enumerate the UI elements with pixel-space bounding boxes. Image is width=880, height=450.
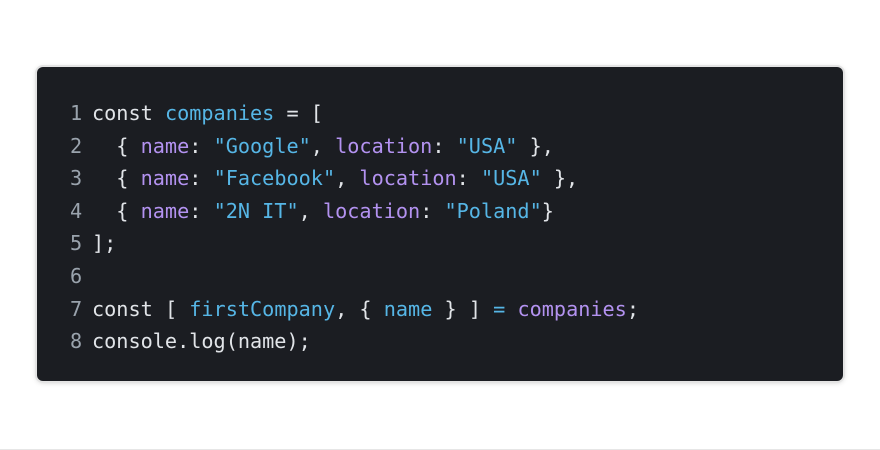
code-snippet-card: 1 const companies = [2 { name: "Google", … (37, 67, 843, 381)
code-token: "USA" (456, 133, 518, 158)
code-token: location (335, 133, 433, 158)
code-token: location (322, 198, 421, 223)
code-token: , { (335, 296, 384, 321)
code-line: 5]; (70, 227, 639, 260)
line-number: 7 (70, 296, 83, 321)
code-token: }, (541, 166, 579, 191)
code-line: 3 { name: "Facebook", location: "USA" }, (70, 162, 639, 195)
line-number: 8 (70, 329, 83, 354)
code-token: : (189, 198, 214, 223)
code-token: [ (164, 296, 190, 321)
code-line: 2 { name: "Google", location: "USA" }, (70, 130, 639, 163)
line-number: 2 (70, 133, 83, 158)
code-token: = [ (274, 101, 323, 125)
code-token: "Poland" (444, 198, 542, 223)
code-line: 1 const companies = [ (70, 97, 639, 130)
code-block: 1 const companies = [2 { name: "Google", … (70, 97, 639, 358)
code-line: 6 (70, 260, 639, 293)
code-token: "Facebook" (213, 166, 336, 191)
line-number: 6 (70, 263, 83, 288)
line-number: 5 (70, 231, 83, 256)
code-token: name (140, 198, 190, 223)
line-number: 3 (70, 166, 83, 191)
code-token: ; (626, 296, 639, 321)
code-token: "2N IT" (213, 198, 299, 223)
code-token: name (140, 166, 190, 191)
code-token: console.log(name); (92, 329, 311, 354)
code-token: { (92, 198, 141, 223)
code-token: , (298, 198, 323, 223)
code-token: } ] (432, 296, 494, 321)
code-token: name (383, 296, 433, 321)
code-token: const (92, 101, 165, 125)
code-token: companies (517, 296, 627, 321)
line-number: 1 (70, 101, 83, 125)
code-token: , (335, 166, 360, 191)
code-token: : (432, 133, 457, 158)
code-token: : (189, 133, 214, 158)
code-token: firstCompany (189, 296, 336, 321)
code-token: location (359, 166, 457, 191)
code-line: 7 const [ firstCompany, { name } ] = comp… (70, 293, 639, 326)
code-token: : (420, 198, 445, 223)
code-token: ]; (92, 231, 117, 256)
code-line: 4 { name: "2N IT", location: "Poland"} (70, 195, 639, 228)
page: 1 const companies = [2 { name: "Google", … (0, 0, 880, 450)
code-token: const (92, 296, 165, 321)
code-token: , (310, 133, 336, 158)
code-token: : (189, 166, 214, 191)
code-token: } (541, 198, 554, 223)
code-token: name (140, 133, 190, 158)
code-line: 8 console.log(name); (70, 325, 639, 358)
code-token: companies (164, 101, 275, 125)
code-token: }, (517, 133, 554, 158)
line-number: 4 (70, 198, 83, 223)
code-token: { (92, 166, 141, 191)
code-token: { (92, 133, 141, 158)
code-token: : (456, 166, 481, 191)
code-token: "USA" (480, 166, 542, 191)
code-token: "Google" (213, 133, 311, 158)
code-token: = (493, 296, 506, 321)
